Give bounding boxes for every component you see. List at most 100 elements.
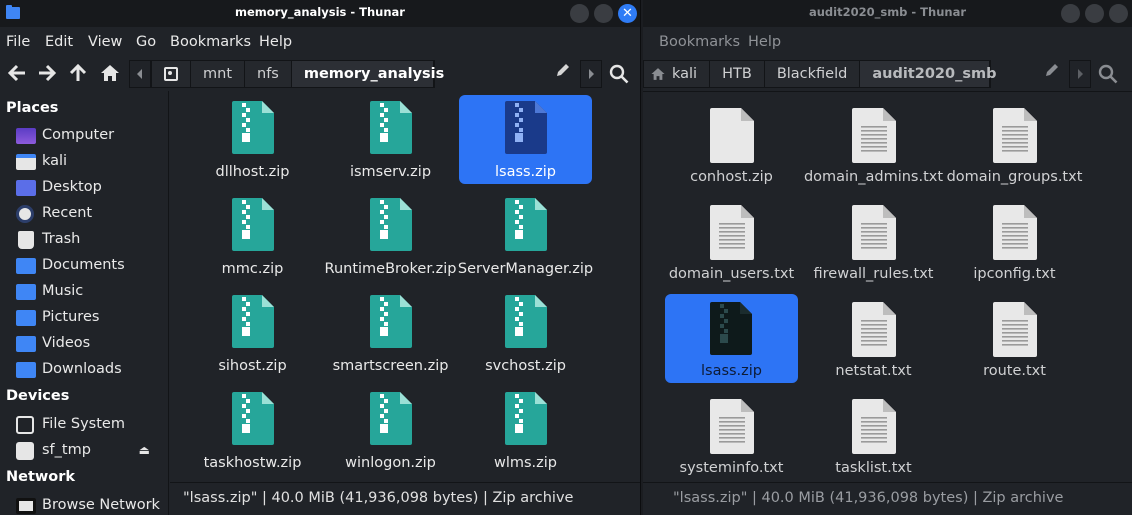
zip-archive-icon: [504, 392, 547, 445]
file-item[interactable]: wlms.zip: [459, 386, 592, 475]
location-toolbar: kali HTB Blackfield audit2020_smb: [643, 57, 1132, 91]
file-item[interactable]: firewall_rules.txt: [807, 197, 940, 286]
zip-archive-icon: [504, 295, 547, 348]
sidebar-item-trash[interactable]: Trash: [0, 227, 168, 253]
file-item[interactable]: ipconfig.txt: [948, 197, 1081, 286]
sidebar-item-label: Desktop: [42, 179, 102, 195]
breadcrumb-scroll-right[interactable]: [1069, 60, 1091, 88]
breadcrumb-scroll-right[interactable]: [580, 60, 602, 88]
location-toolbar: mnt nfs memory_analysis: [0, 57, 640, 91]
file-item[interactable]: svchost.zip: [459, 289, 592, 378]
file-item[interactable]: lsass.zip: [459, 95, 592, 184]
file-item[interactable]: lsass.zip: [665, 294, 798, 383]
file-name: conhost.zip: [690, 169, 773, 185]
file-item[interactable]: ismserv.zip: [324, 95, 457, 184]
file-name: domain_admins.txt: [803, 169, 944, 185]
breadcrumb-htb[interactable]: HTB: [710, 61, 765, 87]
sidebar-item-label: Computer: [42, 127, 115, 143]
sidebar-item-music[interactable]: Music: [0, 279, 168, 305]
file-item[interactable]: RuntimeBroker.zip: [324, 192, 457, 281]
file-name: taskhostw.zip: [203, 455, 302, 471]
breadcrumb-nfs[interactable]: nfs: [245, 61, 292, 87]
edit-location-pencil-icon[interactable]: [553, 62, 573, 82]
menu-view[interactable]: View: [88, 34, 122, 50]
back-arrow-icon[interactable]: [5, 62, 29, 86]
file-item[interactable]: domain_users.txt: [665, 197, 798, 286]
breadcrumb-kali[interactable]: kali: [644, 61, 711, 87]
network-heading: Network: [6, 469, 76, 485]
file-view-icons[interactable]: dllhost.zip ismserv.zip lsass.zip mmc.zi…: [170, 91, 640, 482]
sidebar-item-label: File System: [42, 416, 125, 432]
file-item[interactable]: domain_groups.txt: [947, 100, 1082, 189]
file-view-icons[interactable]: conhost.zip domain_admins.txt domain_gro…: [643, 91, 1132, 482]
title-bar[interactable]: memory_analysis - Thunar ✕: [0, 0, 640, 27]
breadcrumb-blackfield[interactable]: Blackfield: [765, 61, 861, 87]
edit-location-pencil-icon[interactable]: [1042, 62, 1062, 82]
file-item[interactable]: domain_admins.txt: [804, 100, 943, 189]
zip-archive-icon: [369, 101, 412, 154]
menu-bookmarks[interactable]: Bookmarks: [170, 34, 251, 50]
sidebar-item-computer[interactable]: Computer: [0, 123, 168, 149]
maximize-button[interactable]: [594, 4, 613, 23]
file-name: lsass.zip: [700, 363, 763, 379]
forward-arrow-icon[interactable]: [35, 62, 59, 86]
file-item[interactable]: netstat.txt: [807, 294, 940, 383]
menu-edit[interactable]: Edit: [45, 34, 73, 50]
title-bar[interactable]: audit2020_smb - Thunar: [643, 0, 1132, 27]
file-item[interactable]: dllhost.zip: [186, 95, 319, 184]
sidebar-item-kali[interactable]: kali: [0, 149, 168, 175]
sidebar-item-label: Music: [42, 283, 84, 299]
file-name: smartscreen.zip: [332, 358, 449, 374]
menu-go[interactable]: Go: [136, 34, 156, 50]
search-icon[interactable]: [1098, 64, 1118, 84]
sidebar-item-sf-tmp[interactable]: sf_tmp ⏏: [0, 438, 168, 464]
sidebar-item-downloads[interactable]: Downloads: [0, 357, 168, 383]
minimize-button[interactable]: [1061, 4, 1080, 23]
zip-archive-icon: [231, 392, 274, 445]
sidebar-item-documents[interactable]: Documents: [0, 253, 168, 279]
file-item[interactable]: sihost.zip: [186, 289, 319, 378]
maximize-button[interactable]: [1085, 4, 1104, 23]
sidebar-item-file-system[interactable]: File System: [0, 412, 168, 438]
home-icon: [651, 68, 665, 80]
home-icon[interactable]: [98, 62, 122, 86]
breadcrumb-audit2020-smb[interactable]: audit2020_smb: [860, 61, 996, 87]
menu-help[interactable]: Help: [748, 34, 781, 50]
file-name: ipconfig.txt: [973, 266, 1056, 282]
close-button[interactable]: ✕: [618, 4, 637, 23]
zip-archive-icon: [369, 198, 412, 251]
documents-folder-icon: [16, 258, 36, 274]
breadcrumb-scroll-left[interactable]: [129, 60, 151, 88]
text-file-icon: [851, 302, 896, 357]
parent-folder-arrow-icon[interactable]: [66, 62, 90, 86]
file-item[interactable]: winlogon.zip: [324, 386, 457, 475]
thunar-window-audit2020-smb: audit2020_smb - Thunar Bookmarks Help ka…: [643, 0, 1132, 515]
sidebar-item-desktop[interactable]: Desktop: [0, 175, 168, 201]
file-item[interactable]: ServerManager.zip: [458, 192, 593, 281]
file-item[interactable]: taskhostw.zip: [186, 386, 319, 475]
file-item[interactable]: conhost.zip: [665, 100, 798, 189]
close-button[interactable]: [1109, 4, 1128, 23]
sidebar-item-recent[interactable]: Recent: [0, 201, 168, 227]
file-item[interactable]: smartscreen.zip: [324, 289, 457, 378]
menu-bar: Bookmarks Help: [643, 27, 1132, 57]
sidebar-item-videos[interactable]: Videos: [0, 331, 168, 357]
file-item[interactable]: route.txt: [948, 294, 1081, 383]
eject-icon[interactable]: ⏏: [139, 443, 150, 457]
breadcrumb-memory-analysis[interactable]: memory_analysis: [291, 61, 444, 87]
menu-file[interactable]: File: [6, 34, 30, 50]
file-item[interactable]: systeminfo.txt: [665, 391, 798, 480]
sidebar-item-pictures[interactable]: Pictures: [0, 305, 168, 331]
computer-icon: [16, 128, 36, 144]
sidebar-item-browse-network[interactable]: Browse Network: [0, 493, 168, 515]
search-icon[interactable]: [609, 64, 629, 84]
file-item[interactable]: tasklist.txt: [807, 391, 940, 480]
file-name: tasklist.txt: [835, 460, 912, 476]
breadcrumb-mnt[interactable]: mnt: [191, 61, 245, 87]
minimize-button[interactable]: [570, 4, 589, 23]
menu-help[interactable]: Help: [259, 34, 292, 50]
breadcrumb-root[interactable]: [152, 61, 191, 87]
file-item[interactable]: mmc.zip: [186, 192, 319, 281]
menu-bookmarks[interactable]: Bookmarks: [659, 34, 740, 50]
devices-heading: Devices: [6, 388, 70, 404]
